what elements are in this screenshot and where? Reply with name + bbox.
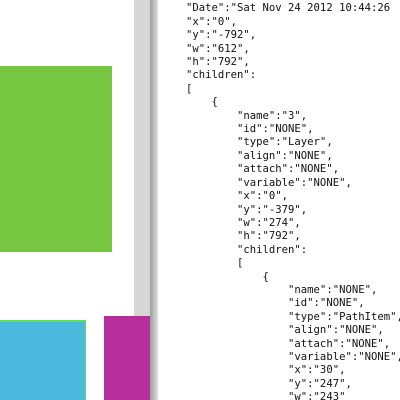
json-line: "name":"3", [186, 109, 308, 122]
json-line: "w":"612", [186, 42, 250, 55]
illustrator-canvas[interactable] [0, 0, 150, 400]
json-line: "x":"0", [186, 15, 238, 28]
json-line: { [186, 270, 269, 283]
json-line: "y":"247", [186, 377, 352, 390]
json-line: "Date":"Sat Nov 24 2012 10:44:26 [186, 2, 391, 15]
json-line: "y":"-379", [186, 203, 308, 216]
json-line: "attach":"NONE", [186, 337, 391, 350]
json-line: "name":"NONE", [186, 283, 378, 296]
json-line: "w":"274", [186, 216, 301, 229]
json-line: { [186, 96, 218, 109]
json-line: [ [186, 257, 244, 270]
blue-rectangle-selected[interactable] [0, 320, 86, 400]
json-line: [ [186, 82, 193, 95]
magenta-rectangle[interactable] [104, 316, 150, 400]
json-line: "align":"NONE", [186, 149, 333, 162]
json-line: "align":"NONE", [186, 324, 384, 337]
json-line: "attach":"NONE", [186, 163, 340, 176]
json-line: "h":"792", [186, 56, 250, 69]
json-text-viewer[interactable]: "Document":"Layer Test.ai","Date":"Sat N… [158, 0, 400, 400]
json-line: "children": [186, 69, 257, 82]
json-line: "w":"243" [186, 391, 346, 400]
json-line: "type":"Layer", [186, 136, 333, 149]
artboard[interactable] [0, 0, 150, 400]
json-line: "y":"-792", [186, 29, 257, 42]
json-line: "id":"NONE", [186, 297, 365, 310]
json-line: "x":"30", [186, 364, 346, 377]
json-document-text[interactable]: "Document":"Layer Test.ai","Date":"Sat N… [186, 0, 400, 400]
green-rectangle[interactable] [0, 66, 112, 252]
json-line: "variable":"NONE", [186, 350, 400, 363]
json-line: "x":"0", [186, 190, 289, 203]
json-line: "variable":"NONE", [186, 176, 352, 189]
json-line: "id":"NONE", [186, 123, 314, 136]
json-line: "children": [186, 243, 308, 256]
json-line: "type":"PathItem", [186, 310, 400, 323]
json-line: "h":"792", [186, 230, 301, 243]
